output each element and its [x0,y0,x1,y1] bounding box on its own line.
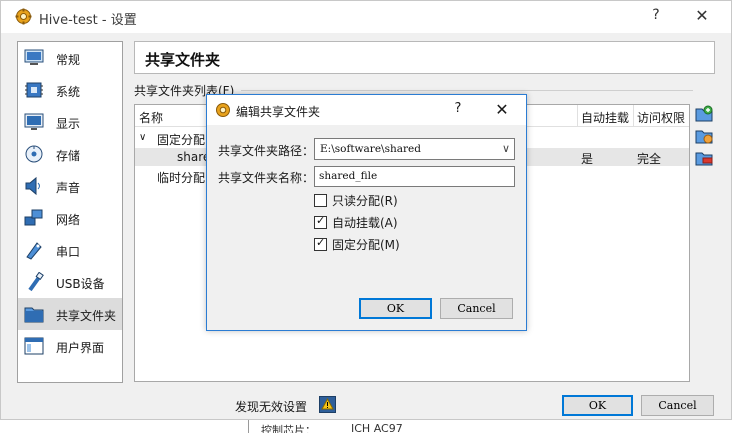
machine-folders-label: 固定分配 [157,133,206,147]
sidebar-item-label: 存储 [56,149,81,163]
folder-name-label: 共享文件夹名称： [218,171,315,185]
speaker-icon [25,176,40,196]
column-separator [633,105,634,127]
automount-label[interactable]: 自动挂载(A) [332,214,398,231]
column-header-name[interactable]: 名称 [139,109,163,126]
sidebar-item-system[interactable]: 系统 [18,74,122,106]
column-separator [577,105,578,127]
virtualbox-app-icon [15,8,32,25]
permanent-checkbox[interactable]: ✓ [314,236,327,251]
usb-icon [28,272,44,292]
folder-name-input[interactable]: shared_file [314,166,515,187]
transient-folders-label: 临时分配 [157,171,206,185]
column-header-automount[interactable]: 自动挂载 [581,109,629,126]
display-icon [24,113,44,130]
window-title: Hive-test - 设置 [39,13,137,28]
sidebar-item-label: 系统 [56,85,81,99]
page-header: 共享文件夹 [134,41,715,74]
collapse-chevron-icon[interactable]: ∨ [139,132,146,143]
storage-icon [25,145,43,163]
sidebar-item-serial[interactable]: 串口 [18,234,122,266]
remove-folder-icon[interactable] [695,149,713,167]
group-divider [241,90,693,91]
automount-checkbox[interactable]: ✓ [314,214,327,229]
sidebar-item-user-interface[interactable]: 用户界面 [18,330,122,362]
folder-icon [24,307,44,323]
edit-folder-icon[interactable] [695,127,713,145]
warning-icon[interactable] [319,396,336,413]
dialog-titlebar: 编辑共享文件夹 ? ✕ [207,95,526,125]
invalid-settings-status: 发现无效设置 [235,400,308,414]
dialog-cancel-button[interactable]: Cancel [440,298,513,319]
folder-path-value: E:\software\shared [320,143,421,155]
sidebar-item-network[interactable]: 网络 [18,202,122,234]
close-button[interactable]: ✕ [687,6,717,26]
add-folder-icon[interactable] [695,105,713,123]
folder-path-combobox[interactable]: E:\software\shared ∨ [314,138,515,160]
dialog-ok-button[interactable]: OK [359,298,432,319]
shared-folder-access: 完全 [637,152,662,166]
sidebar-item-audio[interactable]: 声音 [18,170,122,202]
serial-port-icon [26,242,42,260]
ok-button[interactable]: OK [562,395,633,416]
sidebar-item-label: 常规 [56,53,81,67]
permanent-label[interactable]: 固定分配(M) [332,236,400,253]
sidebar-item-label: 共享文件夹 [56,309,117,323]
checkmark-icon: ✓ [316,236,326,249]
sidebar-item-label: 串口 [56,245,81,259]
chip-icon [25,82,43,98]
background-label: 控制芯片： [261,424,316,433]
sidebar-item-label: 显示 [56,117,81,131]
sidebar-item-label: 网络 [56,213,81,227]
sidebar-item-general[interactable]: 常规 [18,42,122,74]
background-value: ICH AC97 [351,422,403,433]
ui-window-icon [24,337,44,355]
sidebar-item-label: USB设备 [56,277,105,291]
sidebar-item-usb[interactable]: USB设备 [18,266,122,298]
window-titlebar: Hive-test - 设置 ? ✕ [1,1,731,33]
sidebar-item-label: 用户界面 [56,341,105,355]
readonly-checkbox[interactable] [314,194,327,207]
sidebar-item-label: 声音 [56,181,81,195]
dialog-close-button[interactable]: ✕ [491,100,513,120]
shared-folder-automount: 是 [581,152,594,166]
cancel-button[interactable]: Cancel [641,395,714,416]
page-title: 共享文件夹 [145,51,221,69]
dialog-help-button[interactable]: ? [449,101,467,119]
help-button[interactable]: ? [641,7,671,27]
readonly-label[interactable]: 只读分配(R) [332,192,398,209]
chevron-down-icon[interactable]: ∨ [502,142,510,155]
checkmark-icon: ✓ [316,214,326,227]
sidebar-item-shared-folders[interactable]: 共享文件夹 [18,298,122,330]
virtualbox-app-icon [216,103,230,117]
column-header-access[interactable]: 访问权限 [637,109,685,126]
dialog-title: 编辑共享文件夹 [236,105,321,119]
settings-sidebar: 常规 系统 显示 存储 声音 网络 串口 USB设备 共享文件夹 用户界面 [17,41,123,383]
sidebar-item-storage[interactable]: 存储 [18,138,122,170]
monitor-icon [24,49,44,65]
background-details-strip: 控制芯片： ICH AC97 [248,418,732,433]
edit-shared-folder-dialog: 编辑共享文件夹 ? ✕ 共享文件夹路径： E:\software\shared … [206,94,527,331]
network-icon [24,209,43,226]
folder-path-label: 共享文件夹路径： [218,144,315,158]
sidebar-item-display[interactable]: 显示 [18,106,122,138]
